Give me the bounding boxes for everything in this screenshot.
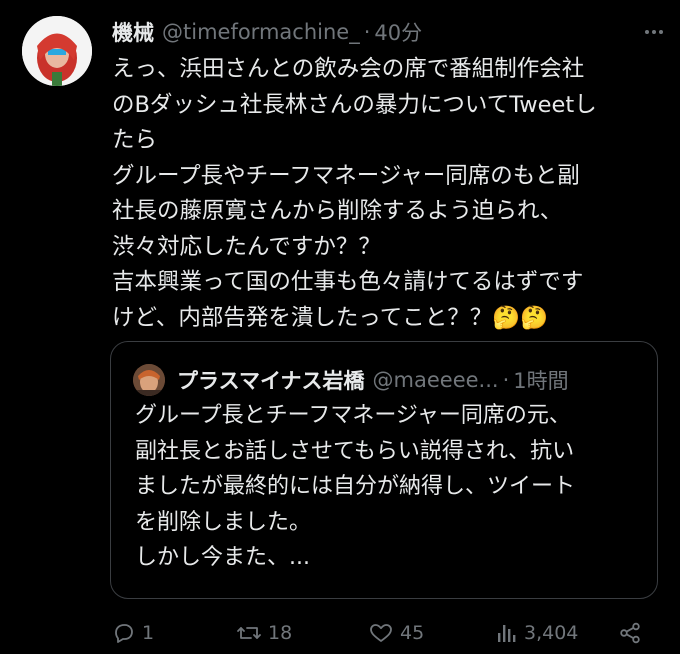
quoted-line: 副社長とお話しさせてもらい説得され、抗い: [135, 438, 575, 464]
tweet-line: 社長の藤原寛さんから削除するよう迫られ、: [112, 198, 563, 224]
tweet-header: 機械 @timeformachine_ · 40分: [112, 12, 422, 52]
quoted-line: ましたが最終的には自分が納得し、ツイート: [135, 474, 576, 499]
quoted-line: グループ長とチーフマネージャー同席の元、: [135, 403, 571, 428]
quoted-handle[interactable]: @maeeee...: [373, 368, 499, 392]
tweet-line: のBダッシュ社長林さんの暴力についてTweetし: [112, 91, 597, 118]
heart-icon: [368, 621, 394, 645]
quoted-timestamp[interactable]: 1時間: [513, 365, 568, 395]
tweet-line: たら: [112, 127, 158, 153]
quoted-header: プラスマイナス岩橋 @maeeee... · 1時間: [177, 360, 569, 400]
retweet-count: 18: [268, 622, 293, 644]
author-handle[interactable]: @timeformachine_: [162, 20, 360, 44]
quoted-line: しかし今また、...: [135, 545, 310, 570]
tweet-line: グループ長やチーフマネージャー同席のもと副: [112, 162, 580, 189]
separator-dot: ·: [502, 368, 510, 392]
share-button[interactable]: [618, 616, 642, 650]
quoted-text: グループ長とチーフマネージャー同席の元、 副社長とお話しさせてもらい説得され、抗…: [135, 398, 645, 576]
tweet-line: けど、内部告発を潰したってこと？？🤔🤔: [112, 304, 549, 331]
reply-icon: [112, 621, 136, 645]
reply-button[interactable]: 1: [112, 616, 154, 650]
views-button[interactable]: 3,404: [496, 616, 578, 650]
view-count: 3,404: [524, 622, 579, 644]
tweet-line: 吉本興業って国の仕事も色々請けてるはずです: [112, 269, 584, 295]
retweet-icon: [236, 621, 262, 645]
like-button[interactable]: 45: [368, 616, 424, 650]
share-icon: [618, 621, 642, 645]
tweet-timestamp[interactable]: 40分: [374, 17, 422, 47]
tweet-line: 渋々対応したんですか？？: [112, 233, 381, 260]
tweet-text: えっ、浜田さんとの飲み会の席で番組制作会社 のBダッシュ社長林さんの暴力について…: [112, 52, 657, 336]
tweet-line: えっ、浜田さんとの飲み会の席で番組制作会社: [112, 56, 585, 82]
quoted-display-name[interactable]: プラスマイナス岩橋: [177, 365, 365, 395]
separator-dot: ·: [363, 20, 371, 44]
action-bar: 1 18 45 3,404: [112, 616, 652, 650]
retweet-button[interactable]: 18: [236, 616, 292, 650]
like-count: 45: [400, 622, 425, 644]
views-icon: [496, 621, 518, 645]
quoted-author-avatar[interactable]: [133, 364, 165, 396]
author-avatar[interactable]: [22, 16, 92, 86]
reply-count: 1: [142, 622, 155, 644]
more-icon[interactable]: [640, 20, 668, 44]
author-display-name[interactable]: 機械: [112, 17, 154, 47]
quoted-line: を削除しました。: [135, 509, 312, 535]
quoted-tweet[interactable]: プラスマイナス岩橋 @maeeee... · 1時間 グループ長とチーフマネージ…: [110, 341, 658, 599]
